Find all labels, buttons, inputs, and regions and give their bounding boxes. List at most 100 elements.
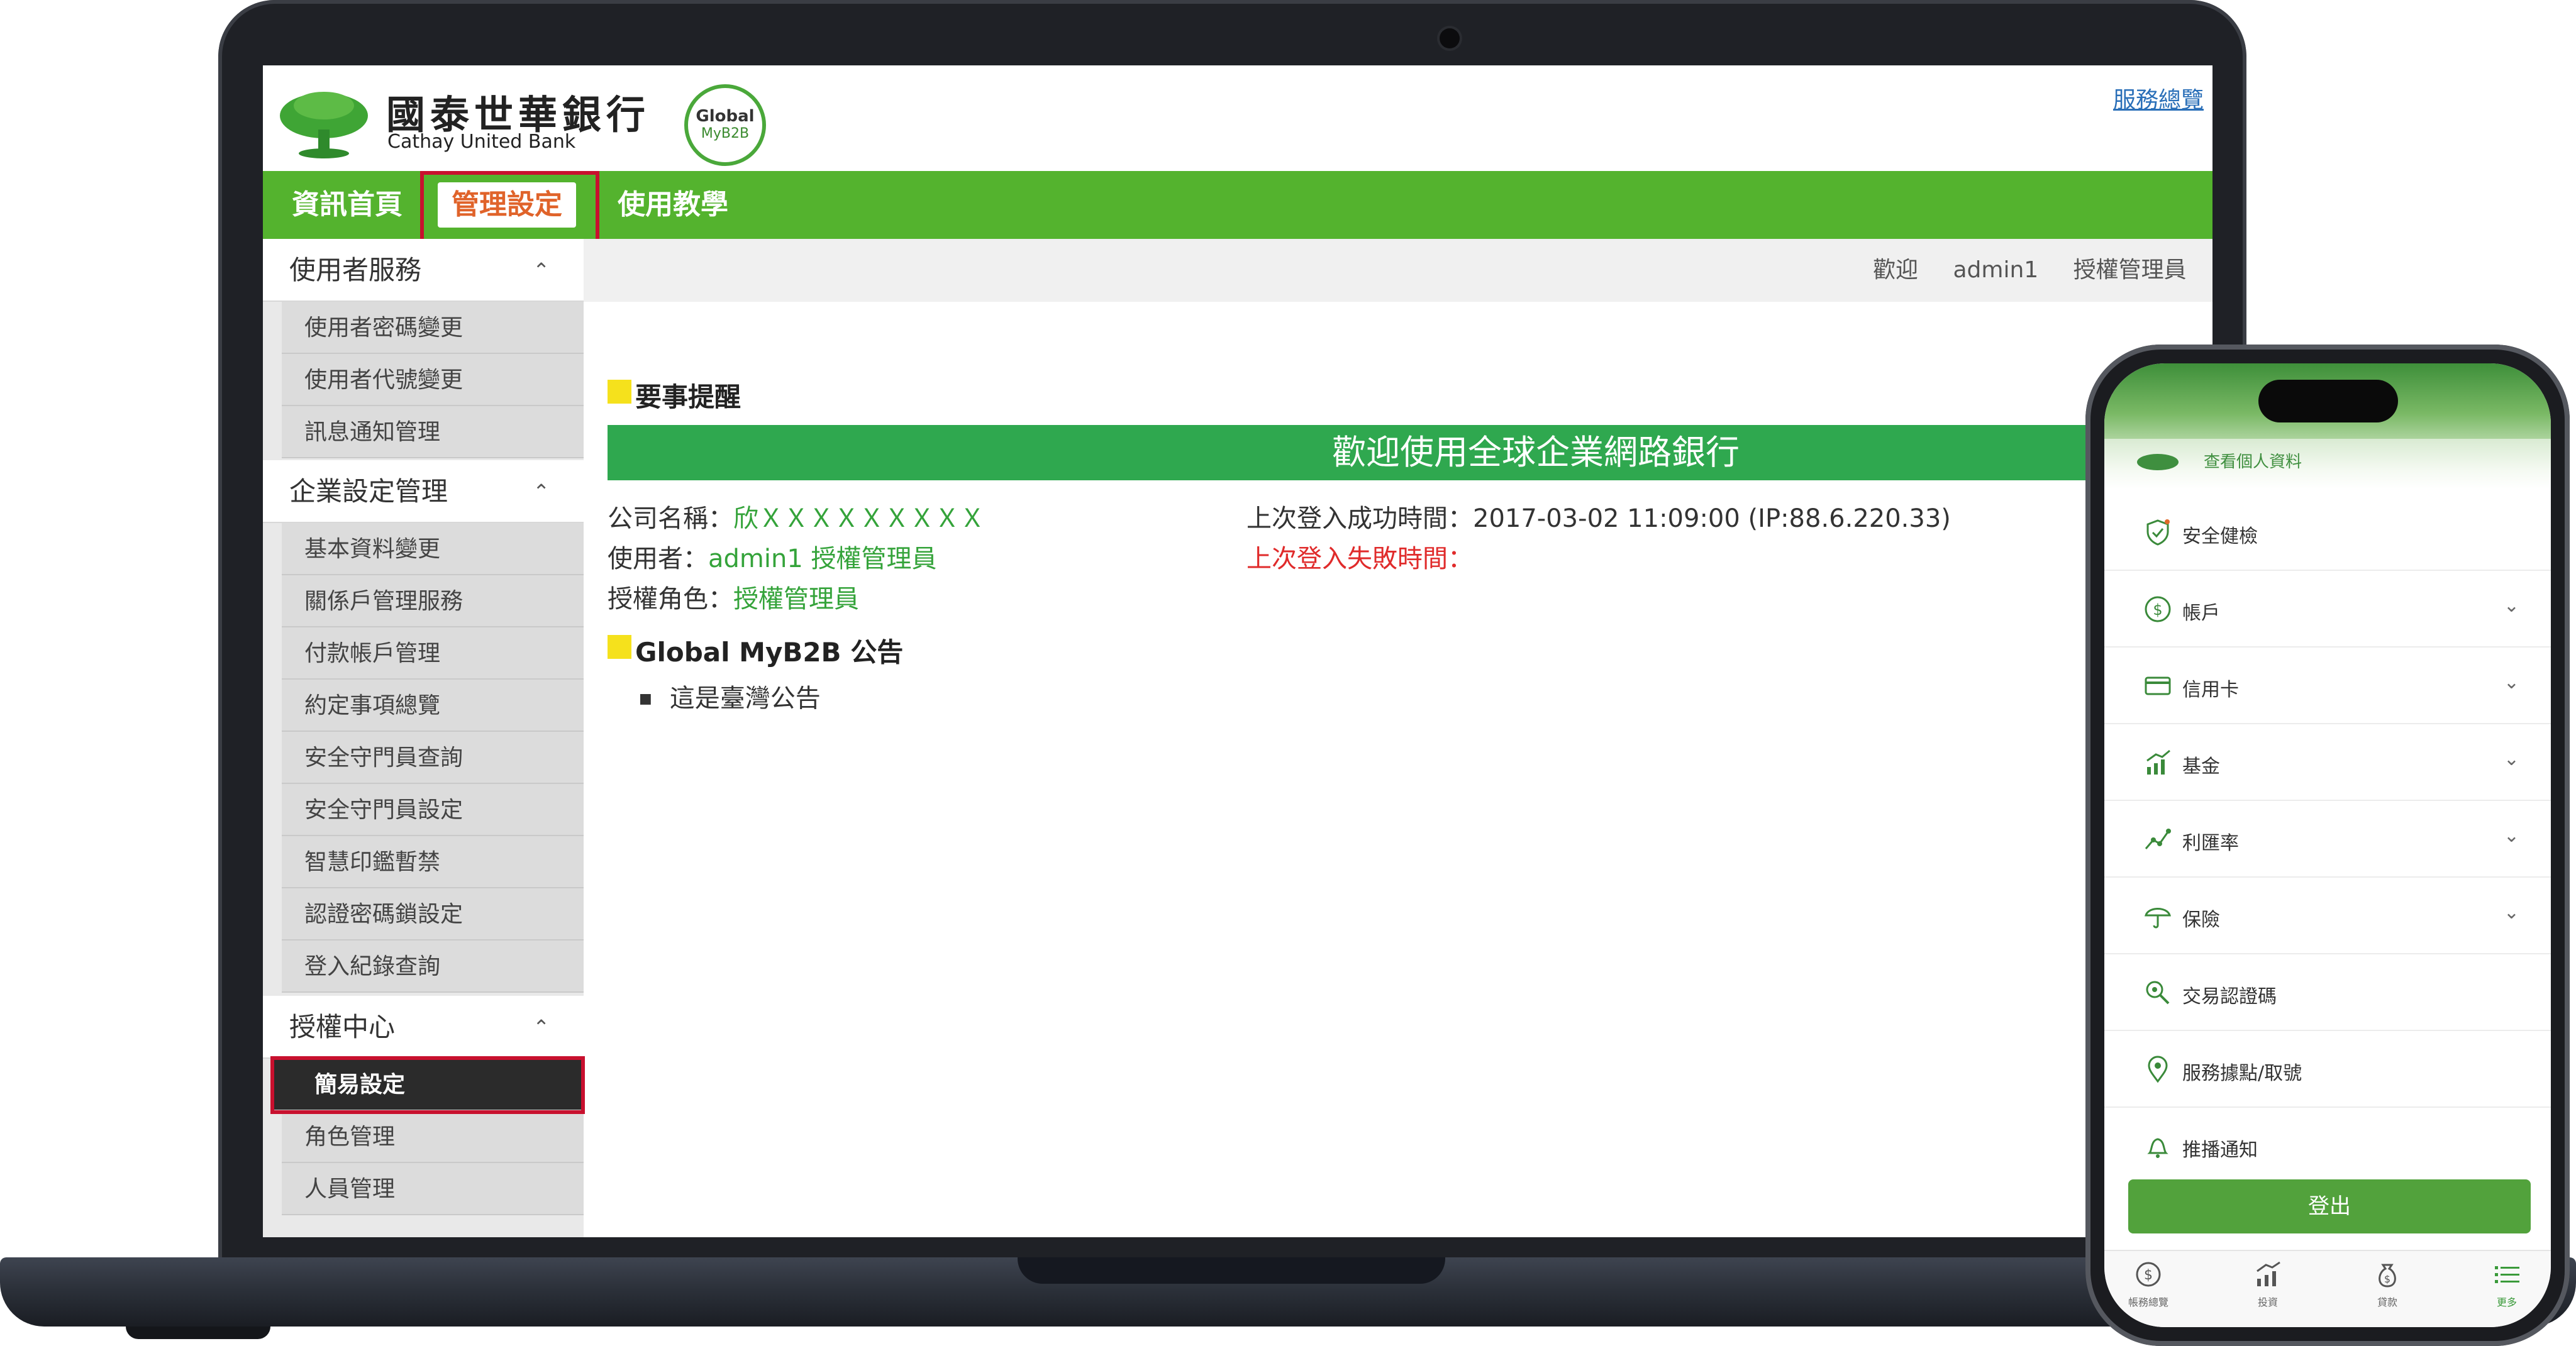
badge-line-1: Global (696, 107, 755, 126)
bar-chart-up-icon (2146, 749, 2170, 775)
phone-screen: 查看個人資料 安全健檢 $ 帳戶 ⌄ 信用卡 ⌄ 基金 ⌄ 利匯率 ⌄ 保險 ⌄… (2104, 363, 2551, 1327)
sidebar-group-enterprise-settings[interactable]: 企業設定管理 ⌃ (263, 460, 584, 523)
menu-item-accounts[interactable]: $ 帳戶 ⌄ (2104, 571, 2551, 648)
menu-item-push-notification[interactable]: 推播通知 (2104, 1108, 2551, 1177)
user-label: 使用者： (608, 544, 708, 573)
menu-item-insurance[interactable]: 保險 ⌄ (2104, 878, 2551, 954)
role-value: 授權管理員 (733, 585, 859, 614)
sidebar-item-simple-settings[interactable]: 簡易設定 (274, 1059, 581, 1111)
avatar (2137, 454, 2179, 470)
welcome-banner: 歡迎使用全球企業網路銀行 (608, 425, 2212, 480)
company-name-label: 公司名稱： (608, 504, 733, 533)
tab-label: 投資 (2257, 1296, 2278, 1308)
announcement-item[interactable]: 這是臺灣公告 (639, 678, 821, 714)
welcome-info: 歡迎 admin1 授權管理員 現 (1873, 239, 2212, 302)
sidebar-item-agreements-overview[interactable]: 約定事項總覽 (282, 680, 584, 732)
sidebar-group-label: 授權中心 (289, 1012, 396, 1042)
sidebar-item-notification-management[interactable]: 訊息通知管理 (282, 406, 584, 458)
sidebar-group-authorization-center[interactable]: 授權中心 ⌃ (263, 996, 584, 1059)
tab-label: 更多 (2496, 1296, 2517, 1308)
cathay-tree-logo-icon[interactable] (277, 84, 371, 160)
site-header: 國泰世華銀行 Cathay United Bank Global MyB2B 服… (263, 65, 2212, 171)
chevron-up-icon: ⌃ (533, 258, 550, 282)
menu-item-rates[interactable]: 利匯率 ⌄ (2104, 801, 2551, 878)
bottom-tab-bar: $ 帳務總覽 投資 $ 貸款 更多 (2104, 1250, 2551, 1327)
nav-management-settings[interactable]: 管理設定 (438, 182, 576, 228)
user-row: 使用者：admin1 授權管理員 (608, 538, 937, 575)
sidebar-item-related-accounts[interactable]: 關係戶管理服務 (282, 575, 584, 627)
chevron-down-icon: ⌄ (2503, 595, 2519, 617)
laptop-foot-left (126, 1327, 270, 1339)
sidebar: 使用者服務 ⌃ 使用者密碼變更 使用者代號變更 訊息通知管理 企業設定管理 ⌃ … (263, 239, 584, 1237)
laptop-screen: 國泰世華銀行 Cathay United Bank Global MyB2B 服… (263, 65, 2212, 1237)
laptop-hinge-notch (1018, 1257, 1445, 1284)
menu-item-service-locations[interactable]: 服務據點/取號 (2104, 1031, 2551, 1108)
menu-item-label: 安全健檢 (2182, 526, 2258, 548)
sidebar-item-personnel-management[interactable]: 人員管理 (282, 1163, 584, 1215)
sidebar-item-auth-lock-settings[interactable]: 認證密碼鎖設定 (282, 888, 584, 941)
menu-item-credit-card[interactable]: 信用卡 ⌄ (2104, 648, 2551, 724)
sidebar-item-change-user-id[interactable]: 使用者代號變更 (282, 354, 584, 406)
chevron-down-icon: ⌄ (2503, 671, 2519, 693)
view-profile-link[interactable]: 查看個人資料 (2204, 449, 2302, 472)
menu-item-funds[interactable]: 基金 ⌄ (2104, 724, 2551, 801)
umbrella-icon (2145, 908, 2171, 929)
sidebar-item-security-guard-query[interactable]: 安全守門員查詢 (282, 732, 584, 784)
svg-text:$: $ (2144, 1267, 2153, 1283)
svg-text:$: $ (2153, 601, 2162, 619)
welcome-greeting: 歡迎 (1873, 257, 1919, 283)
company-name-value: 欣ＸＸＸＸＸＸＸＸＸ (733, 504, 985, 533)
menu-item-label: 基金 (2182, 756, 2220, 778)
logout-button[interactable]: 登出 (2128, 1179, 2531, 1233)
top-navigation: 資訊首頁 管理設定 使用教學 (263, 171, 2212, 239)
global-myb2b-badge: Global MyB2B (684, 84, 766, 166)
menu-list-icon (2495, 1266, 2519, 1283)
last-login-row: 上次登入成功時間：2017-03-02 11:09:00 (IP:88.6.22… (1246, 498, 1951, 534)
tab-label: 貸款 (2377, 1296, 2397, 1308)
menu-item-transaction-code[interactable]: 交易認證碼 (2104, 954, 2551, 1031)
nav-tutorial[interactable]: 使用教學 (618, 171, 728, 239)
last-fail-row: 上次登入失敗時間： (1246, 538, 1473, 575)
user-value: admin1 授權管理員 (708, 544, 937, 573)
tab-account-overview[interactable]: $ 帳務總覽 (2111, 1259, 2186, 1309)
bank-name-english: Cathay United Bank (387, 131, 576, 153)
welcome-user: admin1 (1953, 257, 2039, 283)
tab-investment[interactable]: 投資 (2230, 1259, 2306, 1309)
menu-item-label: 利匯率 (2182, 832, 2239, 854)
shield-check-icon (2146, 519, 2170, 546)
sidebar-group-user-services[interactable]: 使用者服務 ⌃ (263, 239, 584, 302)
nav-info-home[interactable]: 資訊首頁 (292, 171, 402, 239)
last-fail-label: 上次登入失敗時間： (1246, 544, 1473, 573)
sidebar-item-change-password[interactable]: 使用者密碼變更 (282, 302, 584, 354)
bar-chart-up-icon (2257, 1261, 2280, 1286)
sidebar-item-smart-seal-suspend[interactable]: 智慧印鑑暫禁 (282, 836, 584, 888)
menu-item-label: 交易認證碼 (2182, 986, 2277, 1008)
key-search-icon (2146, 981, 2170, 1005)
role-label: 授權角色： (608, 585, 733, 614)
profile-row[interactable]: 查看個人資料 (2104, 439, 2551, 494)
chevron-up-icon: ⌃ (533, 1015, 550, 1039)
tab-loans[interactable]: $ 貸款 (2350, 1259, 2425, 1309)
tab-label: 帳務總覽 (2128, 1296, 2168, 1308)
last-login-value: 2017-03-02 11:09:00 (IP:88.6.220.33) (1473, 504, 1951, 533)
service-overview-link[interactable]: 服務總覽 (2113, 82, 2204, 114)
role-row: 授權角色：授權管理員 (608, 578, 859, 615)
sidebar-item-security-guard-settings[interactable]: 安全守門員設定 (282, 784, 584, 836)
chevron-down-icon: ⌄ (2503, 825, 2519, 847)
location-pin-icon (2148, 1056, 2168, 1083)
company-name-row: 公司名稱：欣ＸＸＸＸＸＸＸＸＸ (608, 498, 985, 534)
sidebar-item-login-records[interactable]: 登入紀錄查詢 (282, 941, 584, 993)
sidebar-item-role-management[interactable]: 角色管理 (282, 1111, 584, 1163)
menu-item-security-check[interactable]: 安全健檢 (2104, 494, 2551, 571)
notice-section-title: 要事提醒 (608, 376, 741, 414)
menu-item-label: 服務據點/取號 (2182, 1062, 2302, 1084)
laptop-camera (1440, 28, 1460, 48)
menu-item-label: 推播通知 (2182, 1139, 2258, 1161)
last-login-label: 上次登入成功時間： (1246, 504, 1473, 533)
main-content: 要事提醒 歡迎使用全球企業網路銀行 公司名稱：欣ＸＸＸＸＸＸＸＸＸ 使用者：ad… (608, 302, 2212, 1237)
sidebar-item-basic-info[interactable]: 基本資料變更 (282, 523, 584, 575)
sidebar-item-payment-accounts[interactable]: 付款帳戶管理 (282, 627, 584, 680)
dynamic-island (2258, 380, 2398, 422)
tab-more[interactable]: 更多 (2469, 1259, 2545, 1309)
chevron-down-icon: ⌄ (2503, 902, 2519, 924)
